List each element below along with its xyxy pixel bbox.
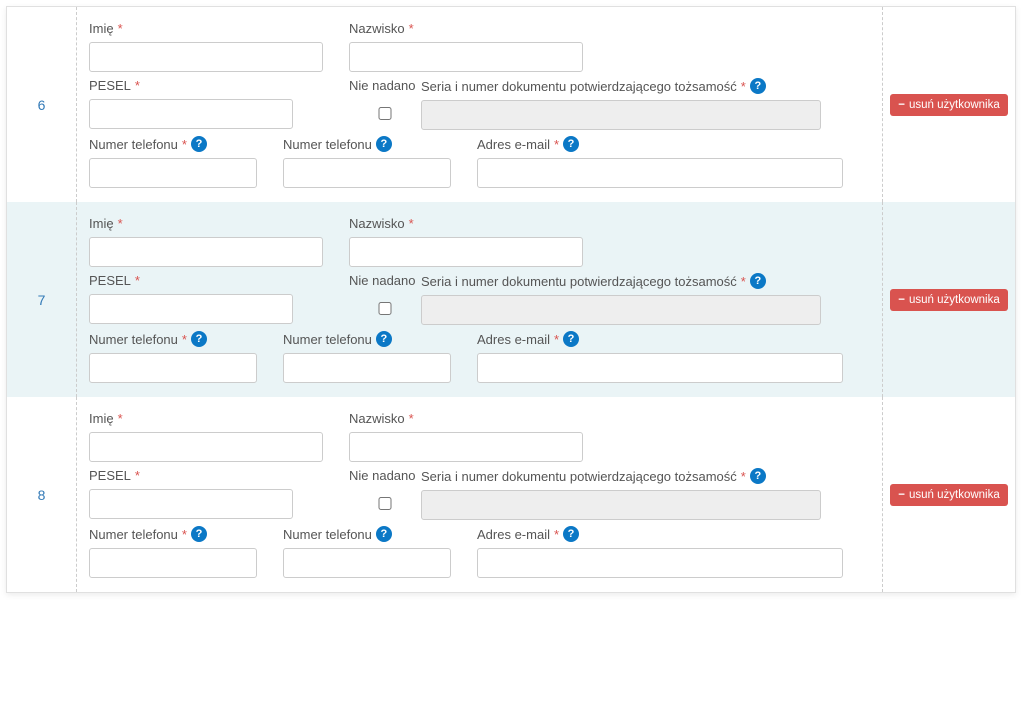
not-assigned-checkbox[interactable]: [349, 497, 421, 510]
phone1-input[interactable]: [89, 353, 257, 383]
help-icon[interactable]: ?: [191, 331, 207, 347]
phone2-input[interactable]: [283, 353, 451, 383]
document-input: [421, 295, 821, 325]
help-icon[interactable]: ?: [563, 331, 579, 347]
delete-user-button[interactable]: − usuń użytkownika: [890, 94, 1008, 116]
help-icon[interactable]: ?: [563, 136, 579, 152]
pesel-input[interactable]: [89, 99, 293, 129]
row-number: 8: [7, 397, 77, 592]
help-icon[interactable]: ?: [563, 526, 579, 542]
phone2-input[interactable]: [283, 158, 451, 188]
last-name-input[interactable]: [349, 432, 583, 462]
row-fields: Imię * Nazwisko * PESEL * Nie nadano: [77, 202, 883, 397]
phone2-input[interactable]: [283, 548, 451, 578]
phone1-input[interactable]: [89, 158, 257, 188]
document-input: [421, 100, 821, 130]
first-name-label: Imię *: [89, 411, 323, 426]
pesel-label: PESEL *: [89, 273, 293, 288]
help-icon[interactable]: ?: [750, 78, 766, 94]
row-number: 6: [7, 7, 77, 202]
pesel-input[interactable]: [89, 294, 293, 324]
first-name-label: Imię *: [89, 216, 323, 231]
phone1-input[interactable]: [89, 548, 257, 578]
not-assigned-label: Nie nadano: [349, 273, 421, 288]
help-icon[interactable]: ?: [191, 136, 207, 152]
row-fields: Imię * Nazwisko * PESEL * Nie nadano: [77, 397, 883, 592]
email-input[interactable]: [477, 158, 843, 188]
row-number: 7: [7, 202, 77, 397]
email-input[interactable]: [477, 353, 843, 383]
last-name-input[interactable]: [349, 237, 583, 267]
user-row: 8 Imię * Nazwisko * PESEL * Nie nadano: [7, 397, 1015, 592]
email-label: Adres e-mail * ?: [477, 526, 843, 542]
document-label: Seria i numer dokumentu potwierdzającego…: [421, 78, 821, 94]
row-fields: Imię * Nazwisko * PESEL * Nie nadano: [77, 7, 883, 202]
pesel-input[interactable]: [89, 489, 293, 519]
minus-icon: −: [898, 489, 905, 501]
not-assigned-label: Nie nadano: [349, 468, 421, 483]
row-action: − usuń użytkownika: [883, 202, 1015, 397]
email-label: Adres e-mail * ?: [477, 136, 843, 152]
last-name-label: Nazwisko *: [349, 216, 583, 231]
not-assigned-label: Nie nadano: [349, 78, 421, 93]
phone1-label: Numer telefonu * ?: [89, 526, 257, 542]
user-row: 7 Imię * Nazwisko * PESEL * Nie nadano: [7, 202, 1015, 397]
phone2-label: Numer telefonu ?: [283, 526, 451, 542]
phone2-label: Numer telefonu ?: [283, 331, 451, 347]
document-label: Seria i numer dokumentu potwierdzającego…: [421, 468, 821, 484]
row-action: − usuń użytkownika: [883, 397, 1015, 592]
first-name-input[interactable]: [89, 237, 323, 267]
email-input[interactable]: [477, 548, 843, 578]
last-name-label: Nazwisko *: [349, 21, 583, 36]
help-icon[interactable]: ?: [376, 526, 392, 542]
first-name-label: Imię *: [89, 21, 323, 36]
phone2-label: Numer telefonu ?: [283, 136, 451, 152]
help-icon[interactable]: ?: [750, 273, 766, 289]
help-icon[interactable]: ?: [191, 526, 207, 542]
document-label: Seria i numer dokumentu potwierdzającego…: [421, 273, 821, 289]
first-name-input[interactable]: [89, 42, 323, 72]
phone1-label: Numer telefonu * ?: [89, 331, 257, 347]
not-assigned-checkbox[interactable]: [349, 302, 421, 315]
first-name-input[interactable]: [89, 432, 323, 462]
pesel-label: PESEL *: [89, 78, 293, 93]
minus-icon: −: [898, 294, 905, 306]
user-row: 6 Imię * Nazwisko * PESEL * Nie nadano: [7, 7, 1015, 202]
not-assigned-checkbox[interactable]: [349, 107, 421, 120]
last-name-input[interactable]: [349, 42, 583, 72]
minus-icon: −: [898, 99, 905, 111]
row-action: − usuń użytkownika: [883, 7, 1015, 202]
help-icon[interactable]: ?: [750, 468, 766, 484]
last-name-label: Nazwisko *: [349, 411, 583, 426]
delete-user-button[interactable]: − usuń użytkownika: [890, 484, 1008, 506]
help-icon[interactable]: ?: [376, 136, 392, 152]
document-input: [421, 490, 821, 520]
delete-user-button[interactable]: − usuń użytkownika: [890, 289, 1008, 311]
phone1-label: Numer telefonu * ?: [89, 136, 257, 152]
pesel-label: PESEL *: [89, 468, 293, 483]
email-label: Adres e-mail * ?: [477, 331, 843, 347]
help-icon[interactable]: ?: [376, 331, 392, 347]
users-form: 6 Imię * Nazwisko * PESEL * Nie nadano: [6, 6, 1016, 593]
